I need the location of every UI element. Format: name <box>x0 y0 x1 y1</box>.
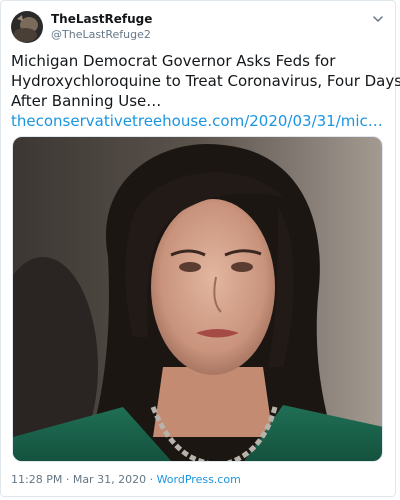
tweet-source-link[interactable]: WordPress.com <box>157 473 241 486</box>
author-handle[interactable]: @TheLastRefuge2 <box>51 28 151 41</box>
chevron-down-icon[interactable] <box>370 11 386 25</box>
tweet-meta: 11:28 PM · Mar 31, 2020 · WordPress.com <box>11 473 241 486</box>
tweet-time[interactable]: 11:28 PM <box>11 473 62 486</box>
tweet-card: TheLastRefuge @TheLastRefuge2 Michigan D… <box>0 0 400 497</box>
author-display-name[interactable]: TheLastRefuge <box>51 12 152 26</box>
tweet-photo[interactable] <box>12 136 383 462</box>
tweet-text: Michigan Democrat Governor Asks Feds for… <box>11 51 400 111</box>
meta-separator: · <box>62 473 73 486</box>
tweet-text-line: After Banning Use… <box>11 92 162 110</box>
article-link[interactable]: theconservativetreehouse.com/2020/03/31/… <box>11 111 383 131</box>
tweet-text-line: Michigan Democrat Governor Asks Feds for <box>11 52 336 70</box>
tweet-text-line: Hydroxychloroquine to Treat Coronavirus,… <box>11 72 400 90</box>
avatar[interactable] <box>11 11 43 43</box>
tweet-date[interactable]: Mar 31, 2020 <box>73 473 146 486</box>
avatar-image <box>11 11 43 43</box>
portrait-photo <box>13 137 382 461</box>
meta-separator: · <box>146 473 157 486</box>
